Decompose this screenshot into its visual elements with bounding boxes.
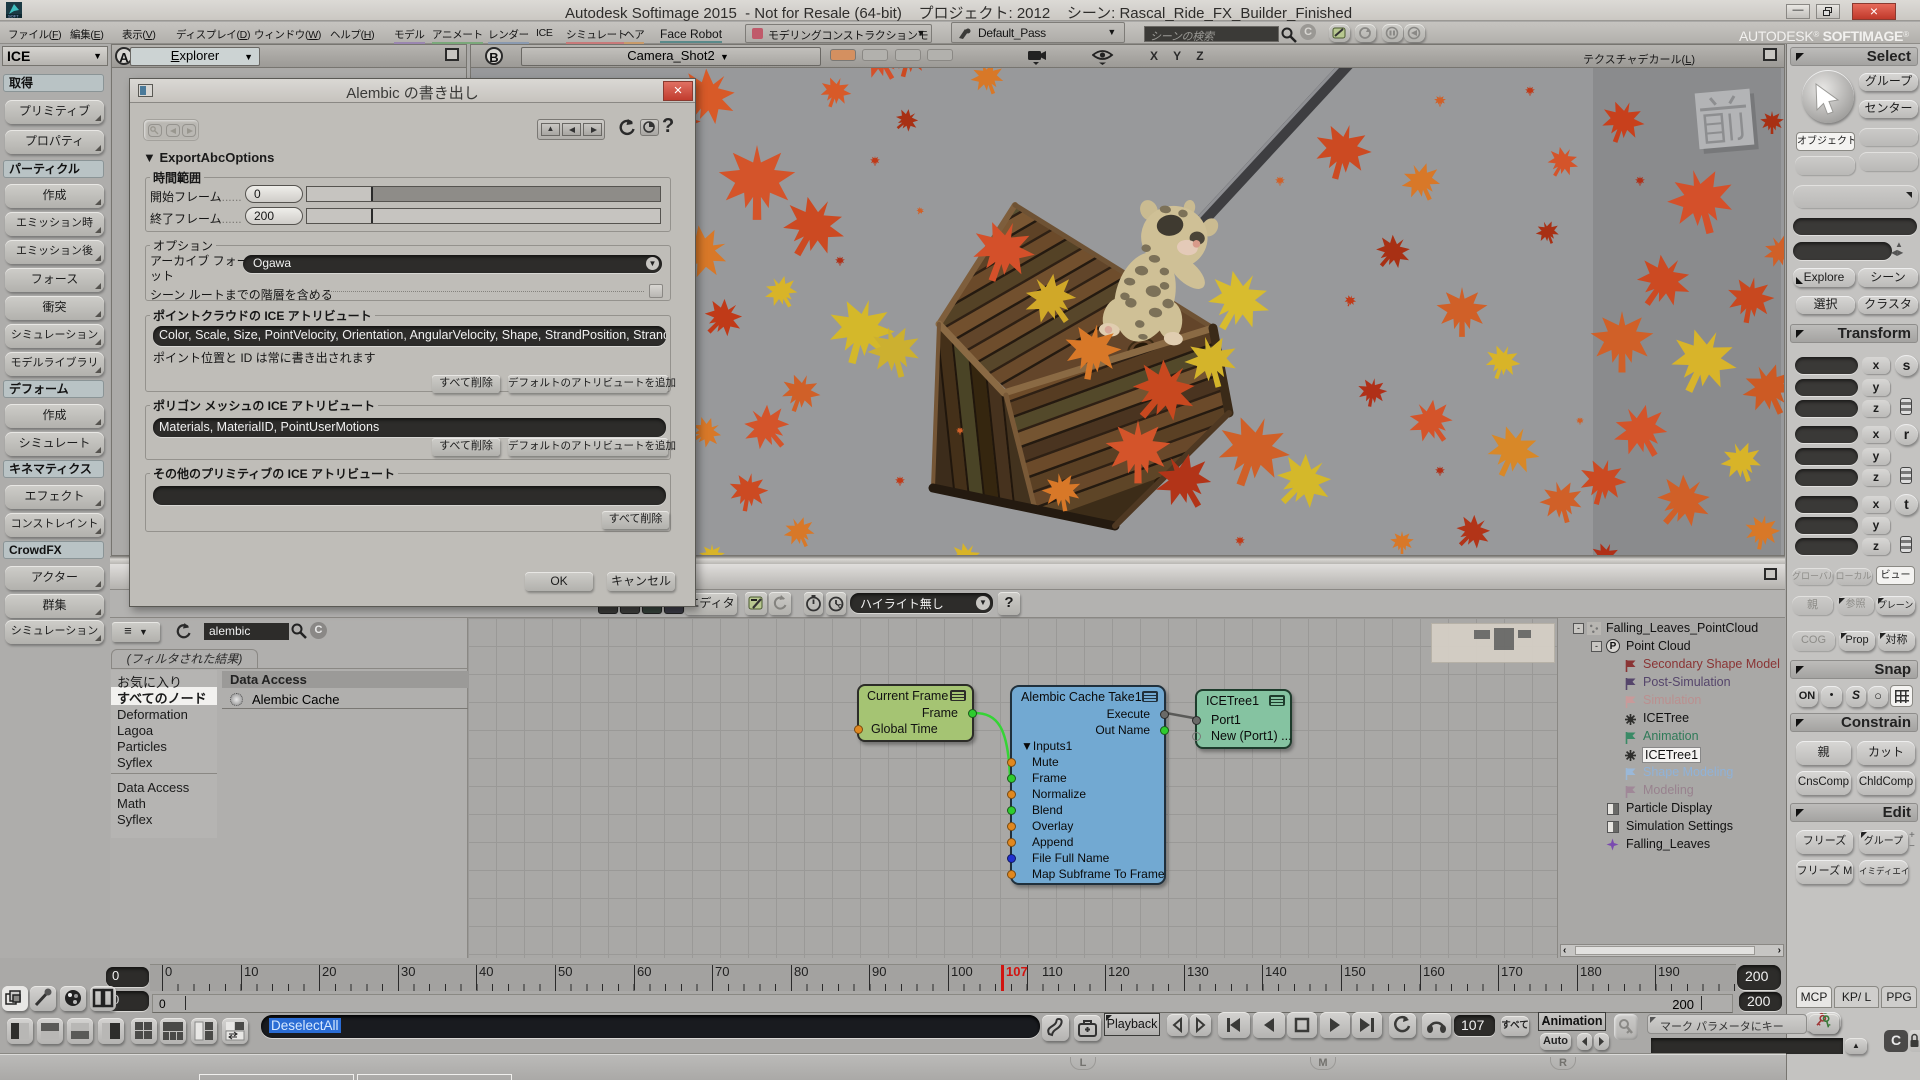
svg-text:SOFT: SOFT	[8, 14, 19, 19]
svg-text:c: c	[838, 603, 842, 610]
